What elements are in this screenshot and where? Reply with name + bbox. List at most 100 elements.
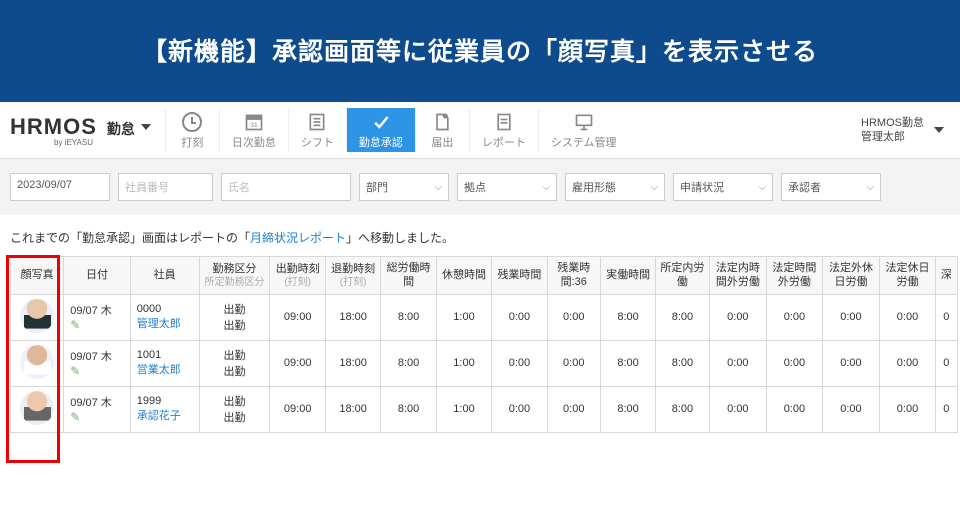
logo-byline: by iEYASU bbox=[54, 138, 151, 147]
col-outsched[interactable]: 法定内時間外労働 bbox=[709, 257, 767, 295]
cell-late: 0 bbox=[935, 294, 957, 340]
col-break[interactable]: 休憩時間 bbox=[436, 257, 491, 295]
cell-in: 09:00 bbox=[270, 294, 325, 340]
col-ot[interactable]: 残業時間 bbox=[492, 257, 547, 295]
col-insched[interactable]: 所定内労働 bbox=[656, 257, 709, 295]
col-photo[interactable]: 顔写真 bbox=[11, 257, 64, 295]
col-ot36[interactable]: 残業時間:36 bbox=[547, 257, 600, 295]
employee-link[interactable]: 営業太郎 bbox=[137, 364, 181, 376]
cell-late: 0 bbox=[935, 386, 957, 432]
approver-select[interactable]: 承認者⌵ bbox=[781, 173, 881, 201]
col-out[interactable]: 退勤時刻(打刻) bbox=[325, 257, 380, 295]
cell-lover: 0:00 bbox=[767, 340, 822, 386]
emp-no-input[interactable]: 社員番号 bbox=[118, 173, 213, 201]
cell-lhol: 0:00 bbox=[880, 340, 935, 386]
cell-act: 8:00 bbox=[600, 386, 655, 432]
cell-ot36: 0:00 bbox=[547, 386, 600, 432]
current-user[interactable]: HRMOS勤怠 管理太郎 bbox=[861, 116, 950, 145]
chevron-down-icon[interactable] bbox=[141, 124, 151, 130]
col-emp[interactable]: 社員 bbox=[130, 257, 199, 295]
cell-break: 1:00 bbox=[436, 386, 491, 432]
cell-sin: 8:00 bbox=[656, 386, 709, 432]
col-lhout[interactable]: 法定外休日労働 bbox=[822, 257, 880, 295]
table-header-row: 顔写真 日付 社員 勤務区分所定勤務区分 出勤時刻(打刻) 退勤時刻(打刻) 総… bbox=[11, 257, 958, 295]
logo[interactable]: HRMOS 勤怠 by iEYASU bbox=[10, 114, 151, 147]
chevron-down-icon: ⌵ bbox=[542, 182, 550, 193]
cell-photo bbox=[11, 294, 64, 340]
cell-act: 8:00 bbox=[600, 340, 655, 386]
notice-text: これまでの「勤怠承認」画面はレポートの「月締状況レポート」へ移動しました。 bbox=[0, 215, 960, 256]
cell-lhol: 0:00 bbox=[880, 386, 935, 432]
banner-text: 【新機能】承認画面等に従業員の「顔写真」を表示させる bbox=[142, 38, 818, 66]
cell-out: 18:00 bbox=[325, 294, 380, 340]
cell-lhout: 0:00 bbox=[822, 340, 880, 386]
cell-break: 1:00 bbox=[436, 340, 491, 386]
col-date[interactable]: 日付 bbox=[64, 257, 131, 295]
nav-daily[interactable]: 31 日次勤怠 bbox=[219, 108, 288, 152]
nav-shift[interactable]: シフト bbox=[288, 108, 346, 152]
cell-worktype: 出勤出勤 bbox=[199, 386, 270, 432]
col-total[interactable]: 総労働時間 bbox=[381, 257, 436, 295]
announcement-banner: 【新機能】承認画面等に従業員の「顔写真」を表示させる bbox=[0, 0, 960, 102]
svg-text:31: 31 bbox=[250, 122, 258, 129]
status-select[interactable]: 申請状況⌵ bbox=[673, 173, 773, 201]
cell-emp: 0000管理太郎 bbox=[130, 294, 199, 340]
pencil-icon[interactable]: ✎ bbox=[70, 410, 80, 424]
table-row: 09/07 木✎1999承認花子出勤出勤09:0018:008:001:000:… bbox=[11, 386, 958, 432]
col-lhol[interactable]: 法定休日労働 bbox=[880, 257, 935, 295]
col-actual[interactable]: 実働時間 bbox=[600, 257, 655, 295]
pencil-icon[interactable]: ✎ bbox=[70, 318, 80, 332]
nav-admin[interactable]: システム管理 bbox=[538, 108, 629, 152]
col-in[interactable]: 出勤時刻(打刻) bbox=[270, 257, 325, 295]
name-input[interactable]: 氏名 bbox=[221, 173, 351, 201]
cell-in: 09:00 bbox=[270, 386, 325, 432]
employment-select[interactable]: 雇用形態⌵ bbox=[565, 173, 665, 201]
col-worktype[interactable]: 勤務区分所定勤務区分 bbox=[199, 257, 270, 295]
cell-sout: 0:00 bbox=[709, 386, 767, 432]
date-input[interactable]: 2023/09/07 bbox=[10, 173, 110, 201]
pencil-icon[interactable]: ✎ bbox=[70, 364, 80, 378]
cell-out: 18:00 bbox=[325, 386, 380, 432]
cell-sin: 8:00 bbox=[656, 294, 709, 340]
cell-sout: 0:00 bbox=[709, 340, 767, 386]
site-select[interactable]: 拠点⌵ bbox=[457, 173, 557, 201]
cell-ot36: 0:00 bbox=[547, 340, 600, 386]
cell-total: 8:00 bbox=[381, 386, 436, 432]
top-toolbar: HRMOS 勤怠 by iEYASU 打刻 31 日次勤怠 シフト 勤怠承認 届… bbox=[0, 102, 960, 159]
cell-worktype: 出勤出勤 bbox=[199, 340, 270, 386]
employee-link[interactable]: 承認花子 bbox=[137, 410, 181, 422]
cell-lhout: 0:00 bbox=[822, 294, 880, 340]
avatar bbox=[20, 299, 54, 333]
cell-date: 09/07 木✎ bbox=[64, 386, 131, 432]
col-lover[interactable]: 法定時間外労働 bbox=[767, 257, 822, 295]
logo-sub: 勤怠 bbox=[107, 119, 135, 139]
attendance-table: 顔写真 日付 社員 勤務区分所定勤務区分 出勤時刻(打刻) 退勤時刻(打刻) 総… bbox=[10, 256, 958, 433]
nav-label: 打刻 bbox=[181, 134, 203, 150]
chevron-down-icon: ⌵ bbox=[650, 182, 658, 193]
nav-label: レポート bbox=[482, 134, 526, 150]
col-late[interactable]: 深 bbox=[935, 257, 957, 295]
cell-out: 18:00 bbox=[325, 340, 380, 386]
dept-select[interactable]: 部門⌵ bbox=[359, 173, 449, 201]
cell-break: 1:00 bbox=[436, 294, 491, 340]
avatar bbox=[20, 345, 54, 379]
monthly-report-link[interactable]: 月締状況レポート bbox=[250, 231, 346, 245]
nav-request[interactable]: 届出 bbox=[415, 108, 469, 152]
cell-lover: 0:00 bbox=[767, 294, 822, 340]
chevron-down-icon bbox=[934, 127, 944, 133]
cell-ot36: 0:00 bbox=[547, 294, 600, 340]
logo-main: HRMOS bbox=[10, 114, 97, 140]
nav-approve[interactable]: 勤怠承認 bbox=[346, 108, 415, 152]
user-line2: 管理太郎 bbox=[861, 130, 924, 144]
employee-link[interactable]: 管理太郎 bbox=[137, 318, 181, 330]
cell-ot: 0:00 bbox=[492, 386, 547, 432]
calendar-icon: 31 bbox=[244, 112, 264, 132]
cell-act: 8:00 bbox=[600, 294, 655, 340]
nav-report[interactable]: レポート bbox=[469, 108, 538, 152]
attendance-table-wrap: 顔写真 日付 社員 勤務区分所定勤務区分 出勤時刻(打刻) 退勤時刻(打刻) 総… bbox=[0, 256, 960, 433]
chevron-down-icon: ⌵ bbox=[758, 182, 766, 193]
nav-label: シフト bbox=[301, 134, 334, 150]
nav-stamp[interactable]: 打刻 bbox=[165, 108, 219, 152]
check-icon bbox=[371, 112, 391, 132]
nav-label: 日次勤怠 bbox=[232, 134, 276, 150]
